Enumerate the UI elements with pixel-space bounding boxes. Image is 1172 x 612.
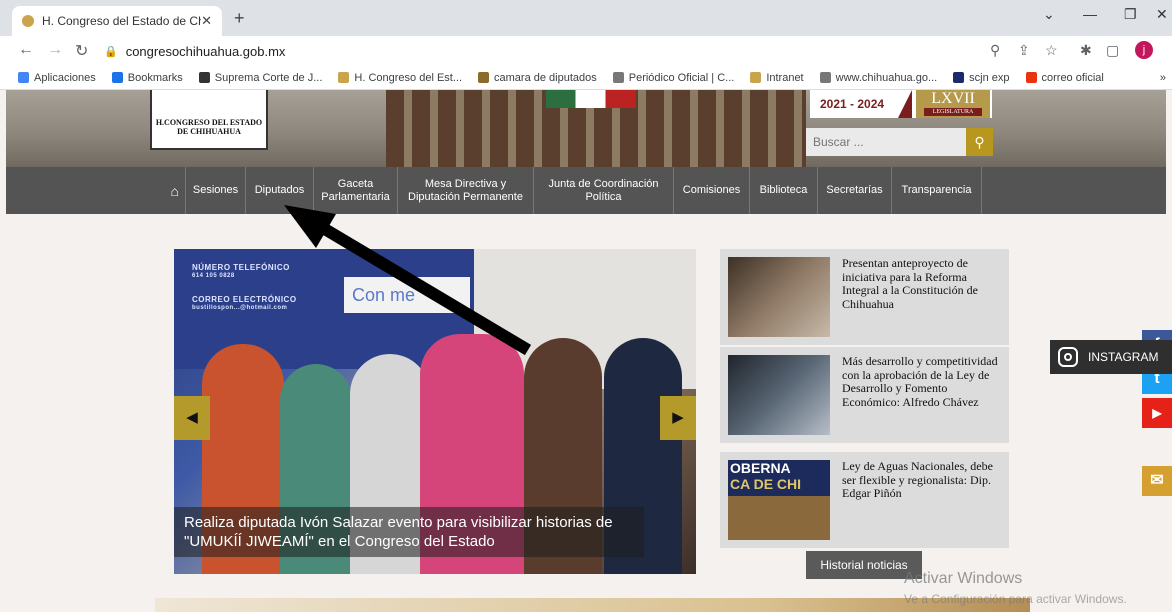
address-bar-row: ← → ↻ 🔒 congresochihuahua.gob.mx ⚲ ⇪ ☆ ✱… — [0, 36, 1172, 66]
bookmark-label: Intranet — [766, 71, 804, 84]
youtube-icon[interactable]: ▶ — [1142, 398, 1172, 428]
maximize-button[interactable]: ❐ — [1124, 6, 1137, 23]
url-text: congresochihuahua.gob.mx — [125, 43, 286, 59]
forward-arrow-icon[interactable]: → — [47, 41, 63, 59]
minimize-button[interactable]: — — [1083, 6, 1097, 22]
share-icon[interactable]: ⇪ — [1018, 42, 1030, 59]
nav-item-7[interactable]: Secretarías — [818, 167, 892, 214]
news-item[interactable]: Presentan anteproyecto de iniciativa par… — [720, 249, 1009, 345]
apps-grid-icon — [18, 72, 29, 83]
bookmark-0[interactable]: Aplicaciones — [18, 72, 96, 84]
bookmark-3[interactable]: H. Congreso del Est... — [338, 72, 462, 84]
congreso-favicon-icon — [22, 15, 34, 27]
globe-icon — [198, 72, 210, 83]
slider-prev-button[interactable]: ◀ — [174, 396, 210, 440]
bookmark-label: Bookmarks — [127, 71, 183, 84]
congreso-logo[interactable]: H.CONGRESO DEL ESTADO DE CHIHUAHUA — [150, 90, 268, 150]
news-thumbnail — [728, 257, 830, 337]
news-thumbnail: OBERNA CA DE CHI — [728, 460, 830, 540]
bookmark-label: Periódico Oficial | C... — [628, 71, 735, 84]
slider-caption[interactable]: Realiza diputada Ivón Salazar evento par… — [174, 507, 644, 557]
bookmark-star-icon[interactable]: ☆ — [1045, 42, 1058, 59]
nav-item-6[interactable]: Biblioteca — [750, 167, 818, 214]
lock-icon: 🔒 — [104, 45, 118, 58]
bookmark-2[interactable]: Suprema Corte de J... — [198, 71, 323, 84]
main-nav: ⌂ Sesiones Diputados Gaceta Parlamentaria M… — [6, 167, 1166, 214]
instagram-icon — [1058, 347, 1078, 367]
side-panel-icon[interactable]: ▢ — [1106, 42, 1119, 59]
bookmarks-overflow-icon[interactable]: » — [1160, 72, 1166, 84]
back-arrow-icon[interactable]: ← — [18, 41, 34, 59]
nav-item-0[interactable]: Sesiones — [186, 167, 246, 214]
tab-close-icon[interactable]: ✕ — [201, 13, 212, 29]
new-tab-button[interactable]: + — [234, 8, 245, 29]
news-title[interactable]: Ley de Aguas Nacionales, debe ser flexib… — [838, 452, 1009, 548]
instagram-label: INSTAGRAM — [1088, 350, 1159, 364]
news-title[interactable]: Más desarrollo y competitividad con la a… — [838, 347, 1009, 443]
url-field[interactable]: 🔒 congresochihuahua.gob.mx — [104, 39, 1004, 63]
bookmark-label: correo oficial — [1041, 71, 1104, 84]
profile-avatar[interactable]: j — [1135, 41, 1153, 59]
bookmark-label: scjn exp — [969, 71, 1010, 84]
bookmark-label: Aplicaciones — [34, 71, 96, 84]
news-title[interactable]: Presentan anteproyecto de iniciativa par… — [838, 249, 1009, 345]
conference-sign: Con me — [344, 277, 470, 313]
legislature-number: LXVII LEGISLATURA — [916, 90, 991, 118]
bookmark-8[interactable]: scjn exp — [953, 71, 1010, 84]
congreso-icon — [750, 72, 762, 83]
nav-item-5[interactable]: Comisiones — [674, 167, 750, 214]
bookmark-label: H. Congreso del Est... — [354, 71, 463, 84]
news-thumbnail — [728, 355, 830, 435]
bookmark-label: Suprema Corte de J... — [214, 71, 323, 84]
reload-icon[interactable]: ↻ — [75, 41, 88, 61]
nav-item-8[interactable]: Transparencia — [892, 167, 982, 214]
bookmark-1[interactable]: Bookmarks — [111, 71, 183, 84]
nav-item-3[interactable]: Mesa Directiva y Diputación Permanente — [398, 167, 534, 214]
slider-next-button[interactable]: ▶ — [660, 396, 696, 440]
bookmark-7[interactable]: www.chihuahua.go... — [819, 71, 938, 84]
bookmarks-bar: Aplicaciones Bookmarks Suprema Corte de J.… — [0, 66, 1172, 90]
camara-icon — [478, 72, 490, 83]
instagram-button[interactable]: INSTAGRAM — [1050, 340, 1172, 374]
star-icon — [111, 72, 123, 83]
bookmark-label: camara de diputados — [494, 71, 597, 84]
news-item[interactable]: Más desarrollo y competitividad con la a… — [720, 347, 1009, 443]
browser-tab-bar: H. Congreso del Estado de Chihu ✕ + ⌄ — … — [0, 0, 1172, 36]
windows-activation-hint: Ve a Configuración para activar Windows. — [904, 592, 1127, 606]
bookmark-6[interactable]: Intranet — [750, 71, 804, 84]
search-icon[interactable]: ⚲ — [966, 128, 993, 156]
news-item[interactable]: OBERNA CA DE CHI Ley de Aguas Nacionales,… — [720, 452, 1009, 548]
nav-item-4[interactable]: Junta de Coordinación Política — [534, 167, 674, 214]
tab-title: H. Congreso del Estado de Chihu — [42, 14, 201, 28]
bookmark-5[interactable]: Periódico Oficial | C... — [612, 71, 735, 84]
news-slider[interactable]: NÚMERO TELEFÓNICO 614 105 0828 CORREO EL… — [174, 249, 696, 574]
nav-item-2[interactable]: Gaceta Parlamentaria — [314, 167, 398, 214]
search-input[interactable] — [806, 128, 966, 156]
legislature-badge: 2021 - 2024 LXVII LEGISLATURA — [810, 90, 992, 118]
shield-icon — [819, 72, 831, 83]
mail-icon[interactable]: ✉ — [1142, 466, 1172, 496]
x-icon — [1025, 72, 1037, 83]
bottom-banner — [155, 598, 1030, 612]
scjn-icon — [953, 72, 965, 83]
bookmark-4[interactable]: camara de diputados — [478, 72, 597, 84]
zoom-icon[interactable]: ⚲ — [990, 42, 1000, 59]
legislature-years: 2021 - 2024 — [820, 97, 885, 111]
bookmark-9[interactable]: correo oficial — [1025, 71, 1104, 84]
windows-activation-watermark: Activar Windows — [904, 570, 1023, 587]
close-window-button[interactable]: ✕ — [1156, 6, 1168, 23]
home-icon[interactable]: ⌂ — [6, 167, 186, 214]
congreso-icon — [338, 72, 350, 83]
bookmark-label: www.chihuahua.go... — [835, 71, 938, 84]
extensions-icon[interactable]: ✱ — [1080, 42, 1092, 59]
website-page: H.CONGRESO DEL ESTADO DE CHIHUAHUA 2021 -… — [0, 90, 1172, 612]
browser-tab[interactable]: H. Congreso del Estado de Chihu ✕ — [12, 6, 222, 36]
nav-item-1[interactable]: Diputados — [246, 167, 314, 214]
shield-icon — [612, 72, 624, 83]
tab-search-icon[interactable]: ⌄ — [1043, 6, 1055, 23]
flag-image — [546, 90, 636, 108]
